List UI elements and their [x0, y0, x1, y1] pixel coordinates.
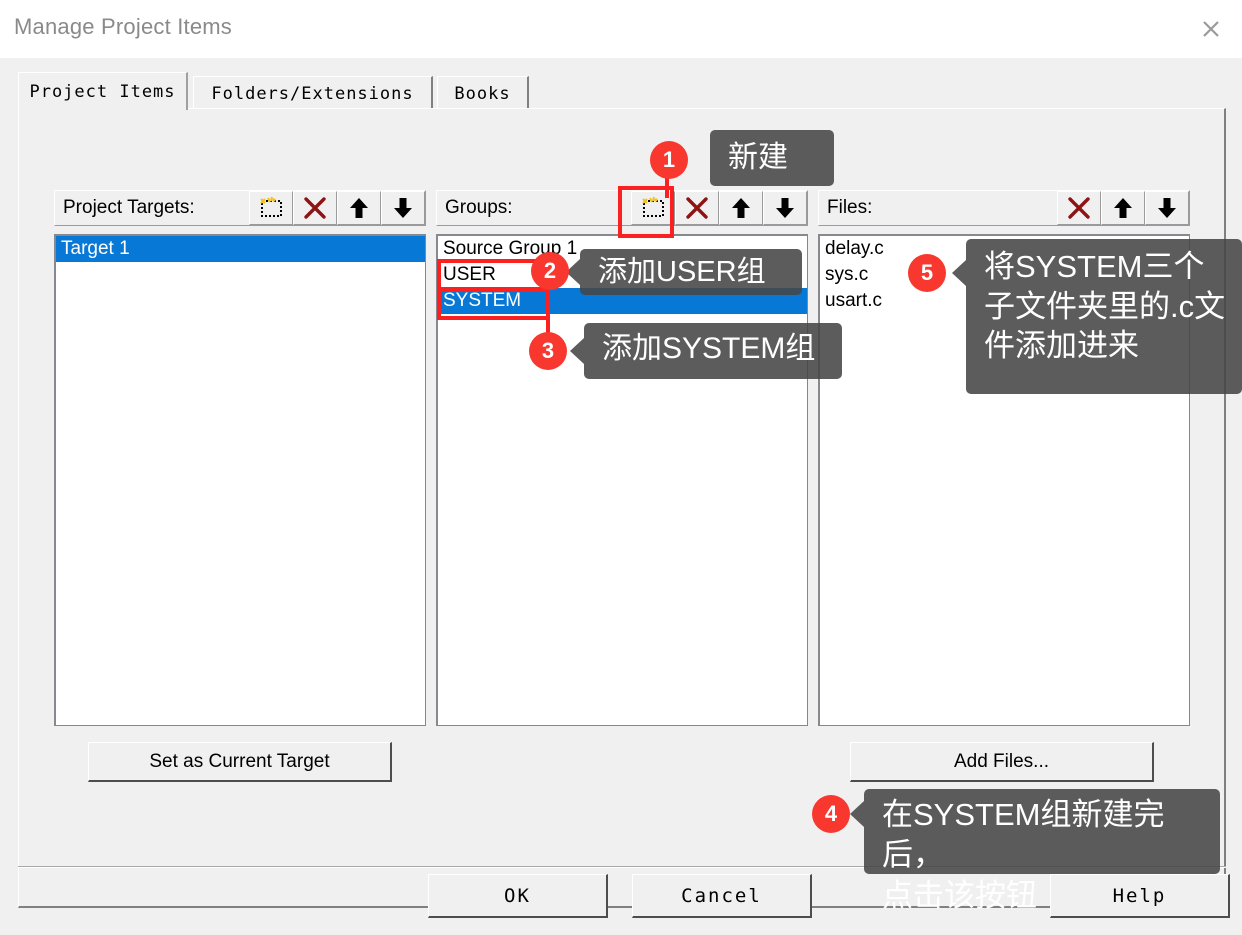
tab-label: Project Items	[29, 81, 176, 102]
callout-3-arrow	[570, 338, 584, 364]
button-label: Help	[1112, 884, 1167, 907]
cancel-button[interactable]: Cancel	[632, 874, 812, 918]
ok-button[interactable]: OK	[428, 874, 608, 918]
tab-label: Folders/Extensions	[211, 83, 414, 104]
tab-books[interactable]: Books	[437, 76, 529, 110]
help-button[interactable]: Help	[1050, 874, 1230, 918]
project-targets-header: Project Targets:	[54, 190, 426, 226]
button-label: Set as Current Target	[149, 750, 330, 772]
groups-label: Groups:	[445, 197, 513, 218]
tab-label: Books	[454, 83, 511, 104]
callout-4-tooltip: 在SYSTEM组新建完后， 点击该按钮	[864, 789, 1220, 913]
tab-folders-extensions[interactable]: Folders/Extensions	[193, 76, 433, 110]
callout-5-arrow	[952, 260, 966, 286]
add-files-button[interactable]: Add Files...	[850, 742, 1154, 782]
tab-strip: Project Items Folders/Extensions Books	[0, 58, 1242, 110]
callout-1-tooltip: 新建	[710, 130, 834, 186]
callout-1-badge: 1	[650, 141, 688, 179]
project-targets-label: Project Targets:	[63, 197, 195, 218]
list-item[interactable]: Target 1	[56, 236, 425, 262]
delete-icon[interactable]	[675, 191, 719, 225]
move-up-icon[interactable]	[719, 191, 763, 225]
move-down-icon[interactable]	[763, 191, 807, 225]
set-as-current-target-button[interactable]: Set as Current Target	[88, 742, 392, 782]
delete-icon[interactable]	[293, 191, 337, 225]
callout-2-badge: 2	[531, 252, 569, 290]
files-label: Files:	[827, 197, 873, 218]
groups-header: Groups:	[436, 190, 808, 226]
callout-3-tooltip: 添加SYSTEM组	[584, 323, 842, 379]
button-label: Add Files...	[953, 750, 1050, 772]
tab-project-items[interactable]: Project Items	[18, 72, 188, 110]
move-up-icon[interactable]	[1101, 191, 1145, 225]
move-up-icon[interactable]	[337, 191, 381, 225]
callout-4-badge: 4	[812, 795, 850, 833]
groups-list[interactable]: Source Group 1 USER SYSTEM	[436, 234, 808, 726]
callout-3-badge: 3	[529, 332, 567, 370]
window-title: Manage Project Items	[14, 14, 232, 39]
files-header: Files:	[818, 190, 1190, 226]
new-icon[interactable]	[249, 191, 293, 225]
close-icon[interactable]	[1192, 12, 1230, 46]
dialog-window: Manage Project Items Project Items Folde…	[0, 0, 1242, 935]
callout-4-arrow	[850, 801, 864, 827]
callout-5-tooltip: 将SYSTEM三个 子文件夹里的.c文 件添加进来	[966, 239, 1242, 394]
title-bar: Manage Project Items	[0, 0, 1242, 58]
button-label: Cancel	[681, 884, 762, 907]
new-icon[interactable]	[631, 191, 675, 225]
callout-2-tooltip: 添加USER组	[580, 249, 802, 295]
move-down-icon[interactable]	[1145, 191, 1189, 225]
callout-5-badge: 5	[908, 254, 946, 292]
button-label: OK	[504, 884, 531, 907]
project-targets-list[interactable]: Target 1	[54, 234, 426, 726]
delete-icon[interactable]	[1057, 191, 1101, 225]
move-down-icon[interactable]	[381, 191, 425, 225]
